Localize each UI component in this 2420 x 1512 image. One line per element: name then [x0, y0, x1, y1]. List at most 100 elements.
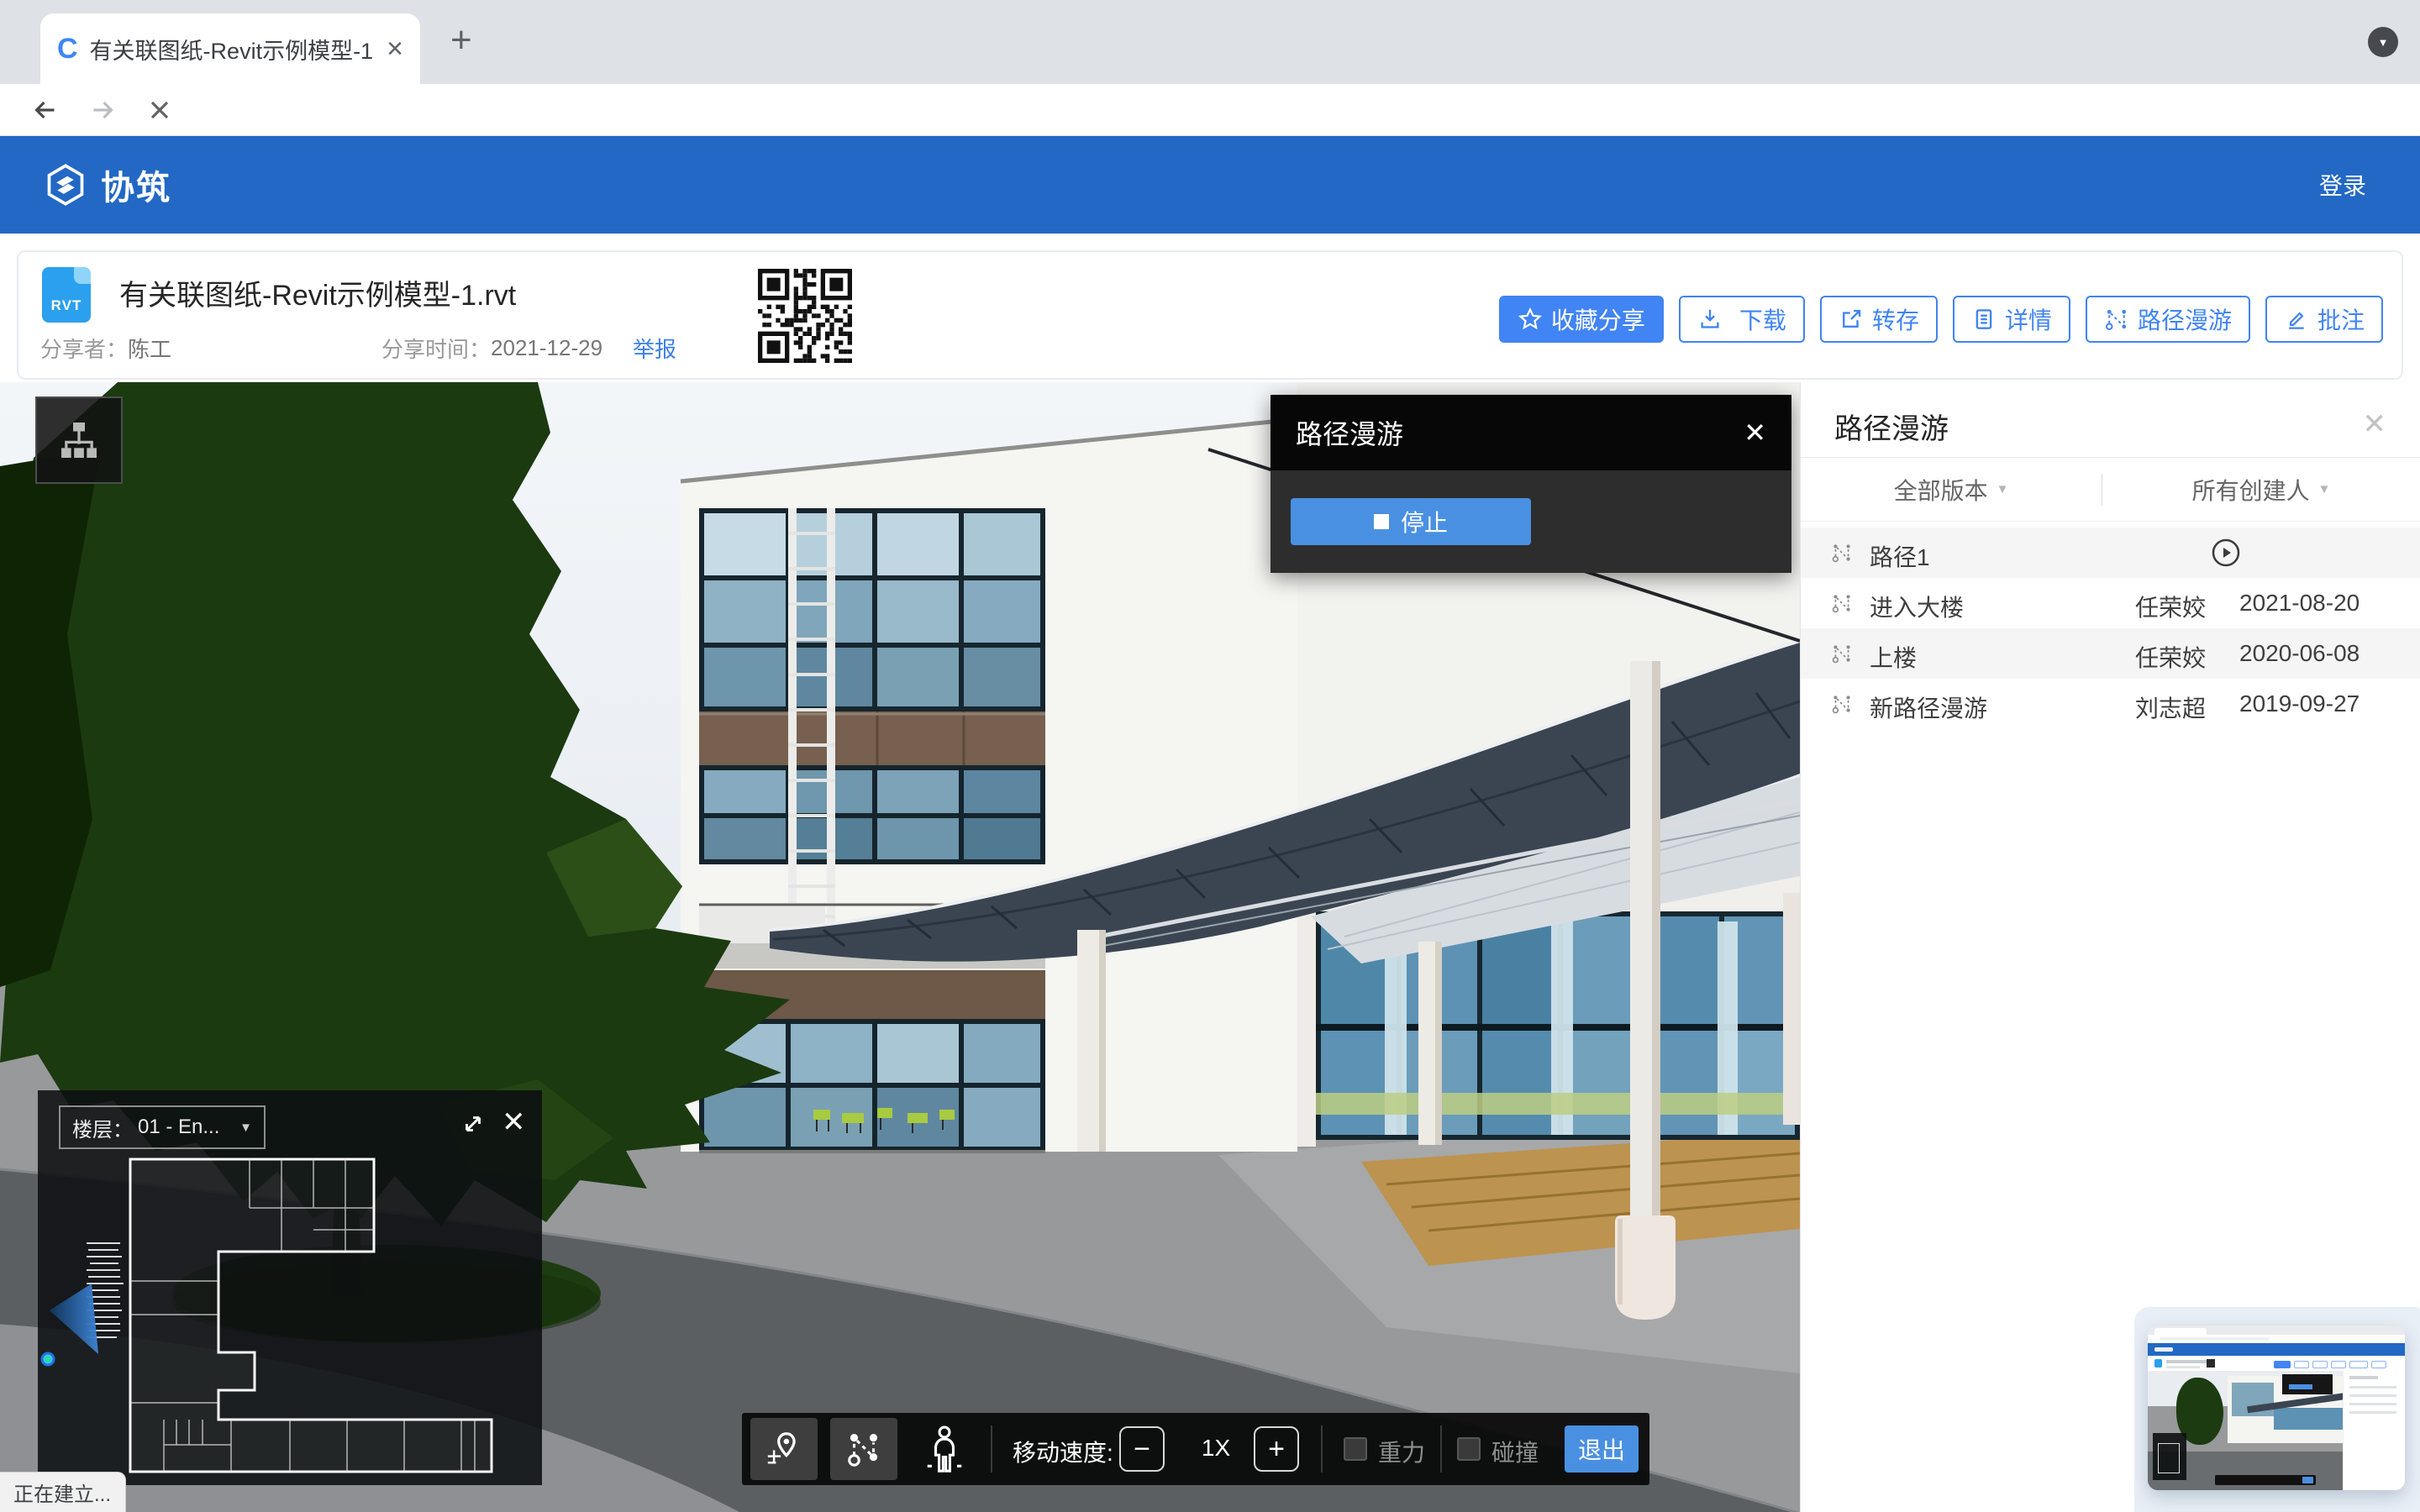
speed-increase-button[interactable]: + — [1254, 1426, 1299, 1472]
model-viewport[interactable]: 路径漫游 ✕ 停止 楼层： 01 - En... ▼ ✕ — [0, 382, 1800, 1512]
pip-plan-outline — [2158, 1443, 2180, 1473]
walkthrough-overlay-title: 路径漫游 — [1296, 413, 1403, 452]
pip-sb-line — [2349, 1403, 2396, 1405]
path-icon — [1831, 592, 1853, 614]
login-link[interactable]: 登录 — [2319, 168, 2366, 202]
pip-btn — [2371, 1361, 2386, 1368]
path-mode-button[interactable] — [830, 1418, 897, 1480]
stop-reload-icon[interactable] — [145, 95, 175, 125]
model-tree-button[interactable] — [35, 396, 123, 484]
sidebar-close-icon[interactable]: ✕ — [2363, 407, 2387, 441]
pip-brand — [2154, 1347, 2173, 1352]
exit-button[interactable]: 退出 — [1565, 1425, 1639, 1473]
report-link[interactable]: 举报 — [633, 333, 676, 364]
sharer-name: 陈工 — [128, 333, 171, 364]
walkthrough-toolbar: 移动速度: − 1X + 重力 碰撞 退出 — [742, 1413, 1649, 1485]
walkthrough-overlay: 路径漫游 ✕ 停止 — [1270, 395, 1791, 573]
save-as-button[interactable]: 转存 — [1820, 296, 1938, 343]
toolbar-divider — [1321, 1425, 1323, 1473]
waypoint-mode-button[interactable] — [750, 1418, 818, 1480]
stop-square-icon — [1374, 514, 1389, 529]
chevron-down-icon: ▼ — [239, 1121, 252, 1135]
speed-label: 移动速度: — [1013, 1435, 1113, 1468]
expand-icon[interactable] — [458, 1109, 488, 1139]
pip-btn — [2294, 1361, 2309, 1368]
pip-exit — [2302, 1477, 2313, 1483]
person-view-button[interactable] — [919, 1423, 970, 1475]
brand-name[interactable]: 协筑 — [101, 160, 171, 209]
pip-stop — [2289, 1384, 2312, 1389]
collision-label: 碰撞 — [1491, 1435, 1539, 1468]
qr-code — [758, 269, 852, 363]
chevron-down-icon: ▼ — [1996, 482, 2009, 496]
download-button[interactable]: 下载 — [1679, 296, 1805, 343]
walkthrough-row[interactable]: 新路径漫游 刘志超 2019-09-27 — [1801, 679, 2420, 729]
pip-sidebar — [2343, 1371, 2405, 1490]
floorplan-close-icon[interactable]: ✕ — [502, 1105, 526, 1139]
tab-title: 有关联图纸-Revit示例模型-1.rvt — [90, 33, 376, 66]
document-header: RVT 有关联图纸-Revit示例模型-1.rvt 分享者： 陈工 分享时间： … — [17, 250, 2403, 380]
pip-sb-line — [2349, 1411, 2396, 1414]
forward-icon[interactable] — [87, 95, 118, 125]
browser-address-bar: xz.glodon.com/document/token/gKlxBm ⋮ — [0, 84, 2420, 136]
document-actions: 收藏分享 下载 转存 详情 路径漫游 批注 — [1499, 296, 2383, 343]
pip-btn — [2331, 1361, 2346, 1368]
rvt-file-icon: RVT — [42, 267, 91, 323]
location-pin-icon — [765, 1430, 803, 1468]
pip-preview[interactable] — [2134, 1307, 2420, 1512]
person-icon — [919, 1423, 970, 1475]
pip-tab — [2154, 1328, 2207, 1335]
share-time: 2021-12-29 — [491, 335, 602, 361]
browser-tab[interactable]: C 有关联图纸-Revit示例模型-1.rvt × — [40, 13, 420, 84]
favorite-share-button[interactable]: 收藏分享 — [1499, 296, 1664, 343]
document-title: 有关联图纸-Revit示例模型-1.rvt — [119, 272, 516, 313]
stop-button[interactable]: 停止 — [1291, 498, 1531, 545]
new-tab-button[interactable]: + — [450, 22, 472, 59]
floorplan-drawing — [38, 1142, 542, 1478]
floorplan-panel: 楼层： 01 - En... ▼ ✕ — [38, 1090, 542, 1485]
version-filter-dropdown[interactable]: 全部版本 ▼ — [1801, 473, 2102, 507]
divider — [1801, 521, 2420, 522]
creator-filter-dropdown[interactable]: 所有创建人 ▼ — [2102, 473, 2420, 507]
annotate-button[interactable]: 批注 — [2265, 296, 2383, 343]
structure-tree-icon — [55, 417, 103, 464]
pip-file-icon — [2154, 1359, 2162, 1368]
sidebar-title: 路径漫游 — [1834, 406, 1949, 447]
pip-btn — [2312, 1361, 2328, 1368]
browser-tab-strip: C 有关联图纸-Revit示例模型-1.rvt × + ▼ — [0, 0, 2420, 84]
speed-decrease-button[interactable]: − — [1119, 1426, 1165, 1472]
walkthrough-overlay-header[interactable]: 路径漫游 ✕ — [1270, 395, 1791, 470]
share-time-label: 分享时间： — [381, 333, 491, 364]
walkthrough-row[interactable]: 路径1 — [1801, 528, 2420, 578]
pip-btn — [2349, 1361, 2368, 1368]
pip-bluebar — [2148, 1343, 2405, 1356]
tab-close-icon[interactable]: × — [387, 34, 403, 63]
walkthrough-row[interactable]: 进入大楼 任荣姣 2021-08-20 — [1801, 578, 2420, 628]
pip-sb-line — [2349, 1376, 2378, 1379]
toolbar-divider — [1440, 1425, 1442, 1473]
walkthrough-row[interactable]: 上楼 任荣姣 2020-06-08 — [1801, 628, 2420, 679]
pip-omnibox — [2160, 1337, 2269, 1341]
download-icon — [1697, 307, 1723, 332]
path-icon — [1831, 693, 1853, 715]
play-button[interactable] — [2211, 538, 2241, 568]
site-favicon: C — [57, 34, 78, 63]
tab-search-button[interactable]: ▼ — [2368, 27, 2398, 57]
sharer-label: 分享者： — [40, 333, 128, 364]
walkthrough-button[interactable]: 路径漫游 — [2086, 296, 2250, 343]
site-header: 协筑 登录 — [0, 136, 2420, 234]
back-icon[interactable] — [30, 95, 60, 125]
walkthrough-overlay-close-icon[interactable]: ✕ — [1744, 417, 1766, 449]
gravity-checkbox[interactable] — [1344, 1437, 1367, 1461]
document-meta: 分享者： 陈工 分享时间： 2021-12-29 举报 — [40, 333, 676, 364]
pip-toolbar — [2215, 1475, 2316, 1485]
document-icon — [1971, 307, 1996, 332]
collision-checkbox[interactable] — [1457, 1437, 1481, 1461]
details-button[interactable]: 详情 — [1953, 296, 2070, 343]
pip-sb-line — [2349, 1386, 2396, 1389]
toolbar-divider — [991, 1425, 992, 1473]
status-bubble: 正在建立... — [0, 1472, 126, 1512]
pip-meta-line — [2166, 1366, 2200, 1368]
pip-card — [2148, 1326, 2405, 1490]
pip-glass2 — [2274, 1408, 2343, 1430]
